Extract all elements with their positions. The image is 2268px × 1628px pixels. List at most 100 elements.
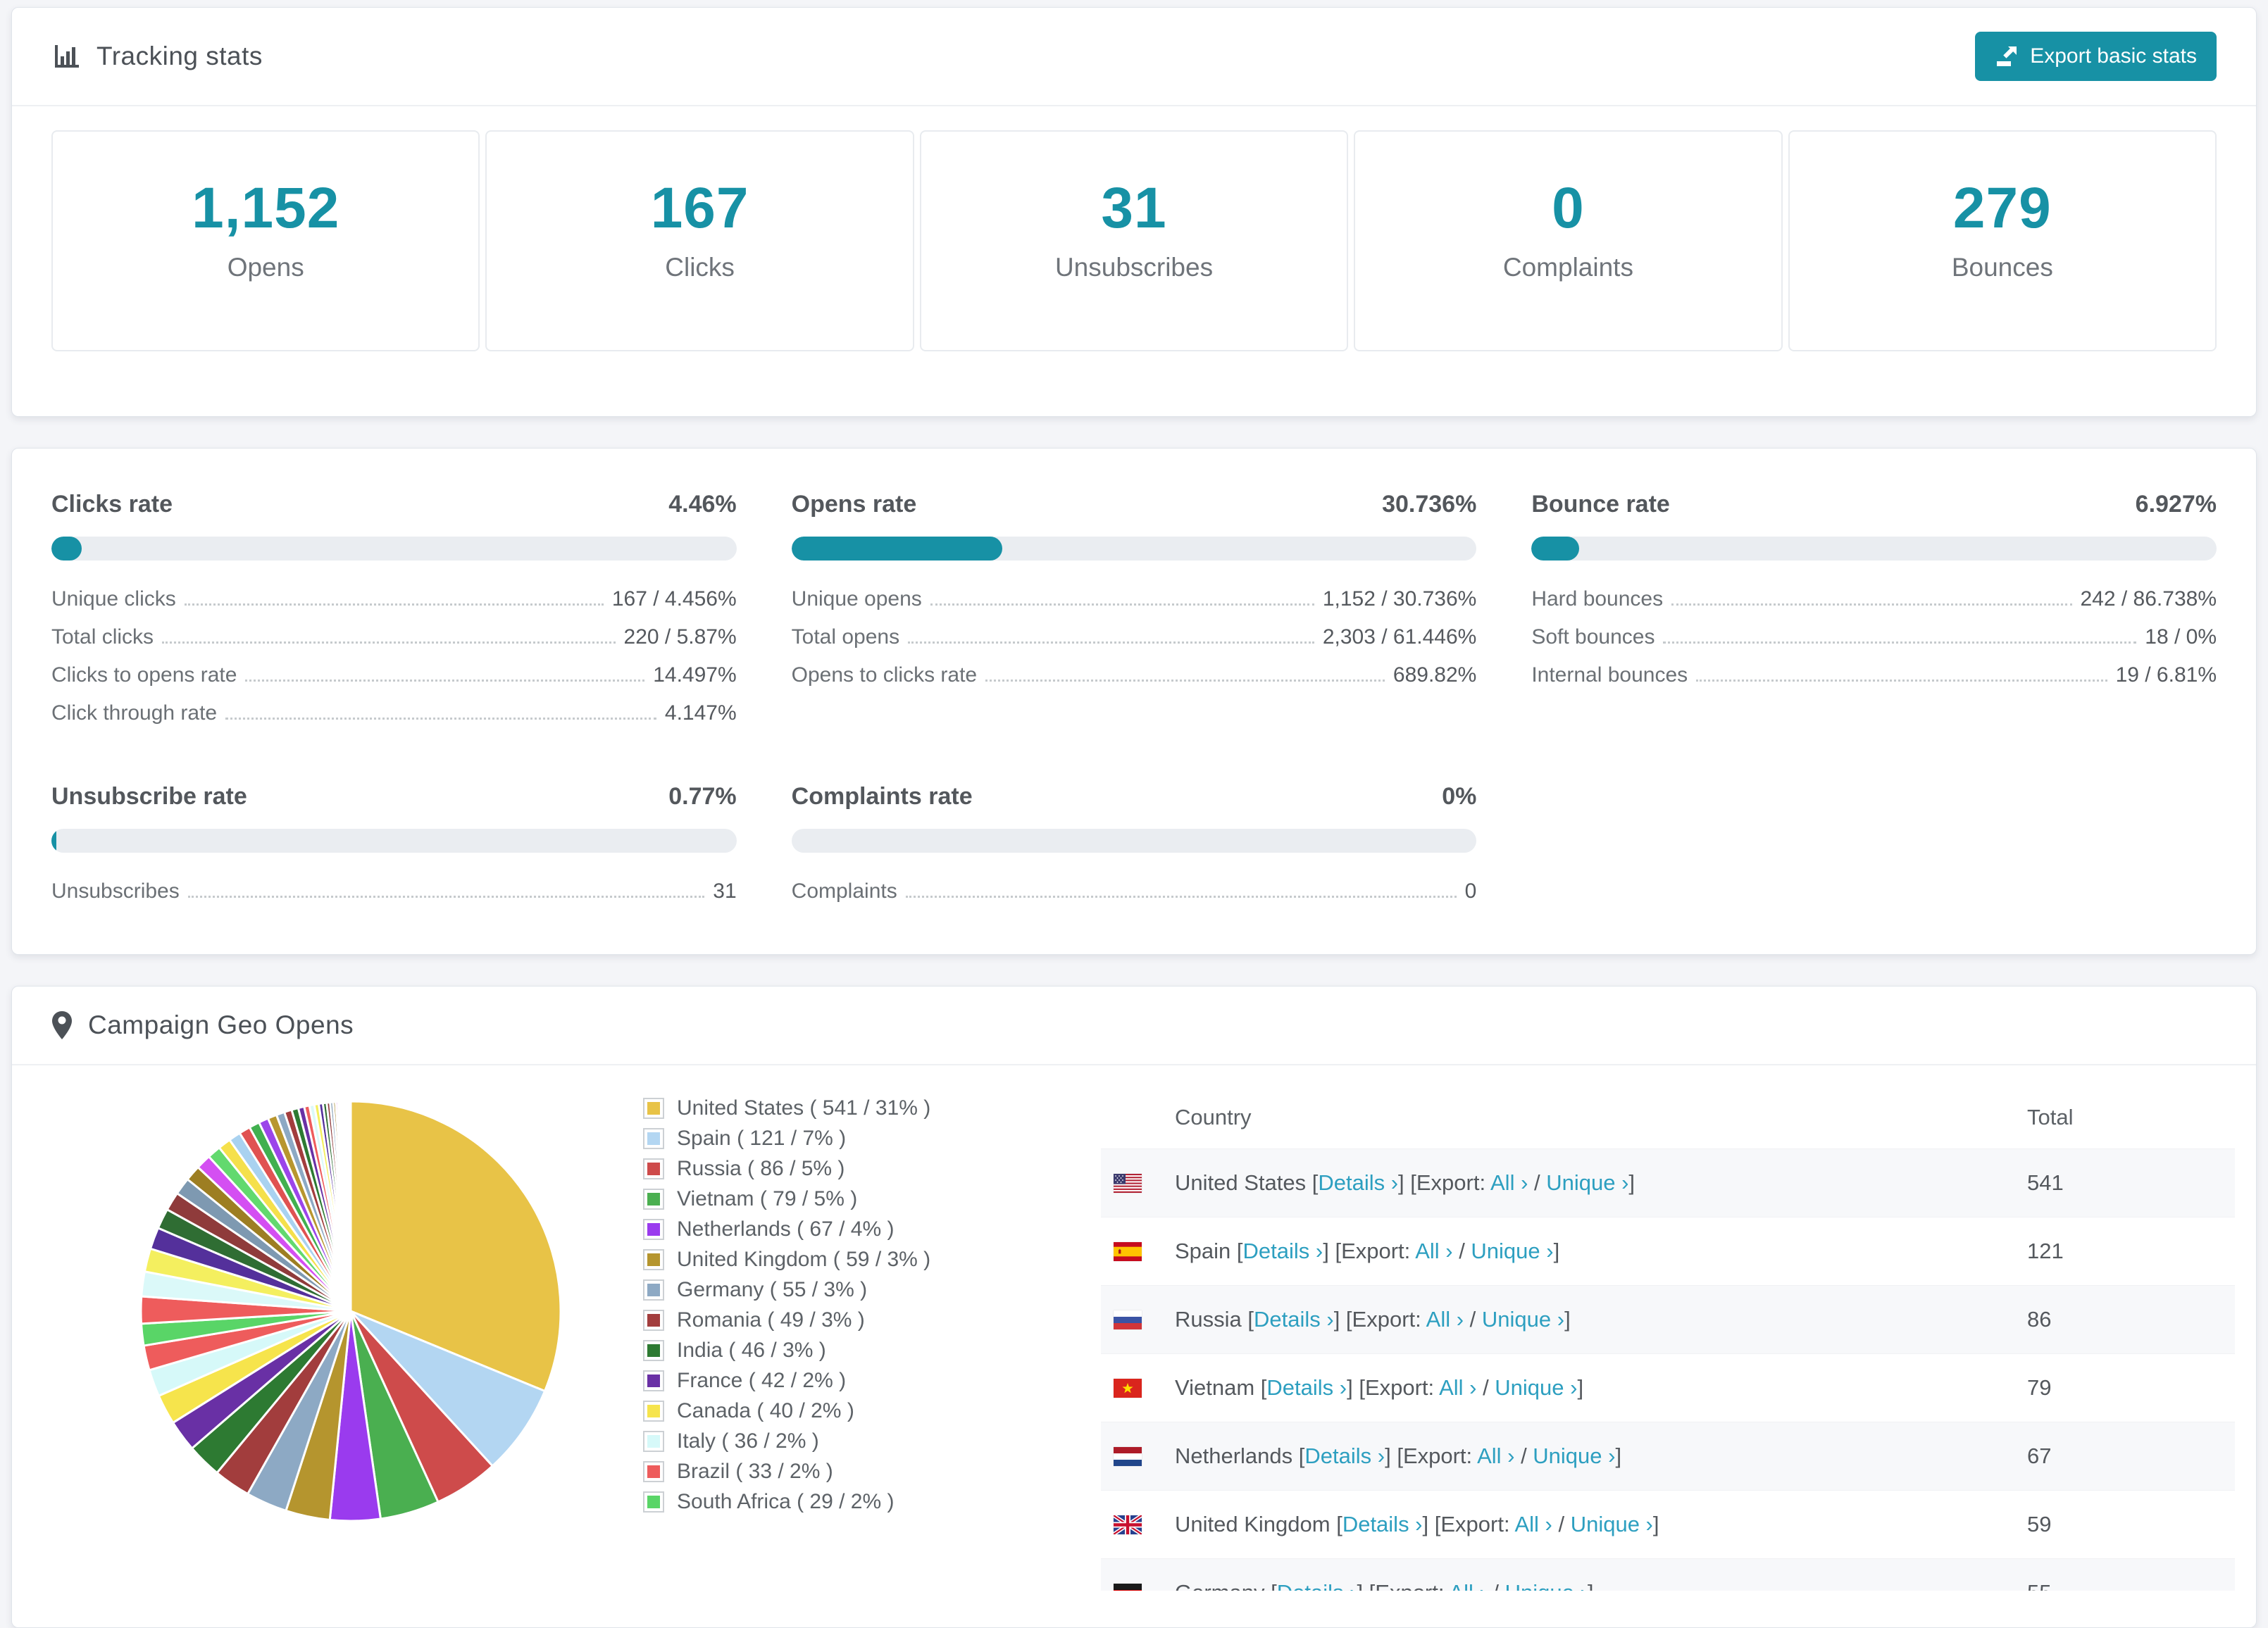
stat-row-value: 242 / 86.738% xyxy=(2081,587,2217,611)
bracket: ] xyxy=(1564,1307,1571,1332)
vn-flag-icon xyxy=(1114,1379,1142,1398)
dotted-leader xyxy=(162,641,615,644)
stat-row-hard-bounces: Hard bounces242 / 86.738% xyxy=(1531,580,2217,618)
bracket: ] xyxy=(1628,1170,1635,1195)
dotted-leader xyxy=(225,718,656,720)
us-flag-icon xyxy=(1114,1174,1142,1193)
geo-table: Country Total United States [Details ›] … xyxy=(1101,1087,2235,1591)
de-flag-icon xyxy=(1114,1584,1142,1591)
export-unique-link[interactable]: Unique › xyxy=(1571,1512,1653,1536)
country-name: United Kingdom xyxy=(1175,1512,1336,1536)
details-link[interactable]: Details › xyxy=(1318,1170,1398,1195)
export-unique-link[interactable]: Unique › xyxy=(1505,1580,1588,1591)
total-cell: 86 xyxy=(2027,1307,2207,1332)
stat-row-value: 167 / 4.456% xyxy=(612,587,737,611)
ru-flag-icon xyxy=(1114,1310,1142,1329)
legend-swatch-icon xyxy=(643,1249,664,1270)
stat-row-soft-bounces: Soft bounces18 / 0% xyxy=(1531,618,2217,656)
legend-label: Russia ( 86 / 5% ) xyxy=(677,1157,845,1181)
bracket: ] xyxy=(1577,1375,1583,1400)
progress-fill xyxy=(51,537,82,561)
rate-title: Unsubscribe rate xyxy=(51,783,247,810)
export-unique-link[interactable]: Unique › xyxy=(1471,1239,1553,1263)
bracket: [ xyxy=(1336,1512,1342,1536)
export-all-link[interactable]: All › xyxy=(1426,1307,1464,1332)
rate-title: Opens rate xyxy=(792,491,917,518)
country-cell: Netherlands [Details ›] [Export: All › /… xyxy=(1175,1444,2027,1469)
rate-head: Clicks rate4.46% xyxy=(51,491,737,518)
rates-card: Clicks rate4.46%Unique clicks167 / 4.456… xyxy=(11,448,2257,955)
dotted-leader xyxy=(185,603,604,606)
bracket: ] [Export: xyxy=(1423,1512,1515,1536)
rate-head: Complaints rate0% xyxy=(792,783,1477,810)
details-link[interactable]: Details › xyxy=(1304,1444,1385,1468)
total-cell: 55 xyxy=(2027,1580,2207,1591)
export-unique-link[interactable]: Unique › xyxy=(1533,1444,1615,1468)
rate-value: 4.46% xyxy=(668,491,736,518)
details-link[interactable]: Details › xyxy=(1243,1239,1323,1263)
legend-swatch-icon xyxy=(643,1491,664,1513)
dotted-leader xyxy=(1663,641,2136,644)
details-link[interactable]: Details › xyxy=(1342,1512,1423,1536)
bracket: ] [Export: xyxy=(1357,1580,1449,1591)
export-all-link[interactable]: All › xyxy=(1449,1580,1486,1591)
export-unique-link[interactable]: Unique › xyxy=(1546,1170,1628,1195)
stat-row-click-through-rate: Click through rate4.147% xyxy=(51,694,737,732)
legend-label: South Africa ( 29 / 2% ) xyxy=(677,1490,894,1514)
export-unique-link[interactable]: Unique › xyxy=(1482,1307,1564,1332)
export-all-link[interactable]: All › xyxy=(1439,1375,1476,1400)
export-unique-link[interactable]: Unique › xyxy=(1495,1375,1577,1400)
export-all-link[interactable]: All › xyxy=(1477,1444,1514,1468)
rate-rows: Hard bounces242 / 86.738%Soft bounces18 … xyxy=(1531,580,2217,694)
country-cell: Spain [Details ›] [Export: All › / Uniqu… xyxy=(1175,1239,2027,1264)
country-name: Netherlands xyxy=(1175,1444,1299,1468)
stat-row-unsubscribes: Unsubscribes31 xyxy=(51,872,737,910)
stat-label: Unsubscribes xyxy=(921,253,1347,282)
stat-row-value: 689.82% xyxy=(1393,663,1476,687)
geo-legend: United States ( 541 / 31% ) Spain ( 121 /… xyxy=(615,1087,1101,1520)
legend-swatch-icon xyxy=(643,1401,664,1422)
legend-item-united-kingdom: United Kingdom ( 59 / 3% ) xyxy=(643,1248,1101,1272)
export-all-link[interactable]: All › xyxy=(1514,1512,1552,1536)
legend-label: Netherlands ( 67 / 4% ) xyxy=(677,1217,894,1241)
legend-swatch-icon xyxy=(643,1128,664,1149)
legend-label: United States ( 541 / 31% ) xyxy=(677,1096,930,1120)
bracket: ] [Export: xyxy=(1347,1375,1439,1400)
legend-item-vietnam: Vietnam ( 79 / 5% ) xyxy=(643,1187,1101,1211)
details-link[interactable]: Details › xyxy=(1254,1307,1334,1332)
geo-title: Campaign Geo Opens xyxy=(88,1010,354,1040)
stat-label: Opens xyxy=(53,253,478,282)
legend-item-canada: Canada ( 40 / 2% ) xyxy=(643,1399,1101,1423)
stat-value: 1,152 xyxy=(53,175,478,242)
rates-grid: Clicks rate4.46%Unique clicks167 / 4.456… xyxy=(51,491,2217,910)
bracket: [ xyxy=(1247,1307,1254,1332)
stat-row-label: Internal bounces xyxy=(1531,663,1688,687)
legend-item-italy: Italy ( 36 / 2% ) xyxy=(643,1429,1101,1453)
country-name: Russia xyxy=(1175,1307,1247,1332)
legend-item-spain: Spain ( 121 / 7% ) xyxy=(643,1127,1101,1151)
bracket: ] [Export: xyxy=(1334,1307,1426,1332)
export-button-label: Export basic stats xyxy=(2030,44,2197,68)
stat-row-label: Total opens xyxy=(792,625,899,649)
rate-section-bounce-rate: Bounce rate6.927%Hard bounces242 / 86.73… xyxy=(1531,491,2217,732)
rate-section-complaints-rate: Complaints rate0%Complaints0 xyxy=(792,783,1477,910)
dotted-leader xyxy=(906,896,1457,898)
legend-item-netherlands: Netherlands ( 67 / 4% ) xyxy=(643,1217,1101,1241)
progress-fill xyxy=(51,829,56,853)
stat-row-label: Unique opens xyxy=(792,587,922,611)
dotted-leader xyxy=(188,896,705,898)
export-basic-stats-button[interactable]: Export basic stats xyxy=(1975,32,2217,81)
stat-row-label: Total clicks xyxy=(51,625,154,649)
stat-value: 31 xyxy=(921,175,1347,242)
total-cell: 59 xyxy=(2027,1512,2207,1537)
legend-label: Canada ( 40 / 2% ) xyxy=(677,1399,854,1423)
rate-rows: Unsubscribes31 xyxy=(51,872,737,910)
export-all-link[interactable]: All › xyxy=(1490,1170,1528,1195)
stat-row-value: 0 xyxy=(1465,879,1477,903)
legend-item-south-africa: South Africa ( 29 / 2% ) xyxy=(643,1490,1101,1514)
dotted-leader xyxy=(908,641,1314,644)
details-link[interactable]: Details › xyxy=(1277,1580,1357,1591)
country-name: Germany xyxy=(1175,1580,1271,1591)
details-link[interactable]: Details › xyxy=(1266,1375,1347,1400)
export-all-link[interactable]: All › xyxy=(1415,1239,1452,1263)
